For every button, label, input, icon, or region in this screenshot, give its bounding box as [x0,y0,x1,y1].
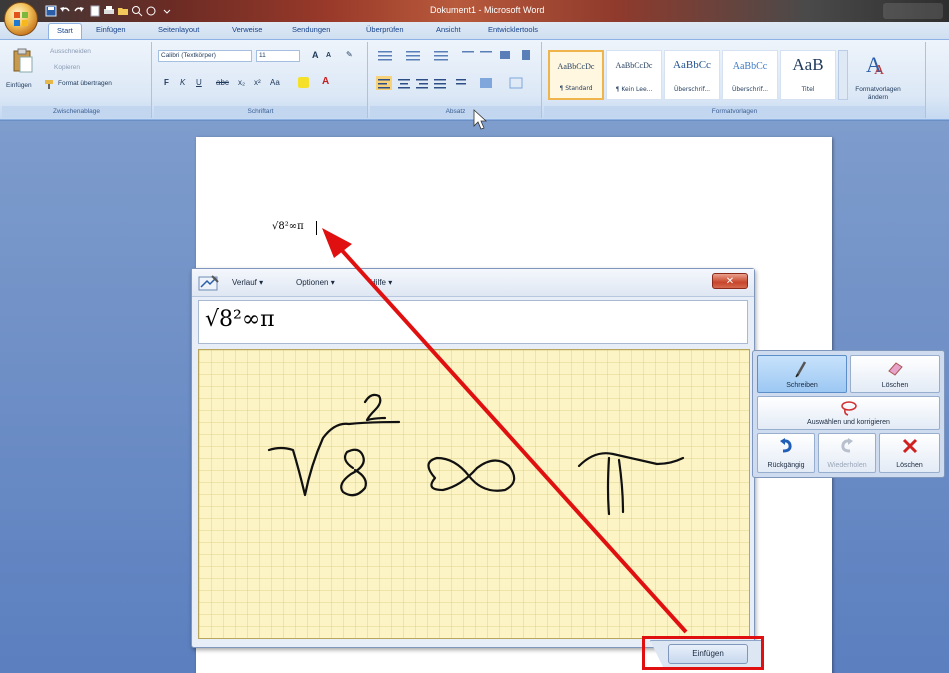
style-title[interactable]: AaB Titel [780,50,836,100]
tab-start[interactable]: Start [48,23,82,39]
clipboard-group: Einfügen Ausschneiden Kopieren Format üb… [2,42,152,118]
office-button[interactable] [4,2,38,36]
write-button[interactable]: Schreiben [757,355,847,393]
lasso-icon [840,401,857,416]
font-size-select[interactable]: 11 [256,50,300,62]
style-heading-2[interactable]: AaBbCc Überschrif... [722,50,778,100]
styles-scroll[interactable] [838,50,848,100]
font-name-select[interactable]: Calibri (Textkörper) [158,50,252,62]
cut-label[interactable]: Ausschneiden [50,48,91,55]
title-bar: Dokument1 - Microsoft Word [0,0,949,22]
subscript-icon[interactable]: x₂ [238,78,245,87]
ribbon: Einfügen Ausschneiden Kopieren Format üb… [0,40,949,120]
ribbon-tabs: Start Einfügen Seitenlayout Verweise Sen… [0,22,949,40]
handwriting-ink [267,393,685,516]
text-caret [316,221,317,235]
paste-icon[interactable] [12,48,34,74]
font-group-label: Schriftart [154,106,367,118]
clear-format-icon[interactable]: ✎ [346,50,353,59]
shrink-font-icon[interactable]: A [326,52,331,59]
paste-label[interactable]: Einfügen [6,82,32,89]
font-color-icon[interactable]: A [322,76,329,87]
new-document-icon[interactable] [88,4,102,18]
clear-x-icon [902,438,917,454]
customize-qat-icon[interactable] [160,4,174,18]
strikethrough-icon[interactable]: abc [216,78,229,87]
math-input-panel: Verlauf ▾ Optionen ▾ Hilfe ▾ ✕ √8²∞π [191,268,755,648]
menu-help[interactable]: Hilfe ▾ [370,278,392,287]
open-icon[interactable] [116,4,130,18]
bold-icon[interactable]: F [164,78,169,87]
change-styles-icon[interactable]: AA [862,50,890,78]
quick-access-icon[interactable] [144,4,158,18]
office-logo-icon [14,12,28,26]
style-no-spacing[interactable]: AaBbCcDc ¶ Kein Lee... [606,50,662,100]
tab-insert[interactable]: Einfügen [96,25,126,34]
paragraph-group-label: Absatz [370,106,541,118]
pen-icon [795,361,807,378]
clipboard-group-label: Zwischenablage [2,106,151,118]
styles-group-label: Formatvorlagen [544,106,925,118]
math-input-icon [198,275,219,291]
change-styles-label[interactable]: Formatvorlagen ändern [854,86,902,102]
undo-button[interactable]: Rückgängig [757,433,815,473]
erase-button[interactable]: Löschen [850,355,940,393]
window-title: Dokument1 - Microsoft Word [430,5,545,15]
copy-label[interactable]: Kopieren [54,64,80,71]
style-standard[interactable]: AaBbCcDc ¶ Standard [548,50,604,100]
font-group: Calibri (Textkörper) 11 A A ✎ F K U abc … [154,42,368,118]
math-preview[interactable]: √8²∞π [198,300,748,344]
save-icon[interactable] [44,4,58,18]
format-painter-icon[interactable] [44,79,56,89]
menu-options[interactable]: Optionen ▾ [296,278,335,287]
close-icon[interactable]: ✕ [712,273,748,289]
tab-developer[interactable]: Entwicklertools [488,25,538,34]
superscript-icon[interactable]: x² [254,78,261,87]
math-panel-menubar: Verlauf ▾ Optionen ▾ Hilfe ▾ ✕ [192,269,754,297]
change-case-icon[interactable]: Aa [270,78,280,87]
tab-review[interactable]: Überprüfen [366,25,404,34]
print-icon[interactable] [102,4,116,18]
undo-arrow-icon [780,438,792,453]
grow-font-icon[interactable]: A [312,50,319,60]
math-preview-text: √8²∞π [205,307,275,332]
highlight-icon[interactable] [298,77,309,88]
redo-icon[interactable] [72,4,86,18]
insert-highlight-box [642,636,764,670]
writing-pad[interactable] [198,349,750,639]
undo-icon[interactable] [58,4,72,18]
window-controls[interactable] [883,3,943,19]
list-buttons-icon[interactable] [376,48,536,62]
pen-toolbar: Schreiben Löschen Auswählen und korrigie… [752,350,945,478]
tab-mailings[interactable]: Sendungen [292,25,330,34]
format-painter-label[interactable]: Format übertragen [58,80,112,87]
clear-button[interactable]: Löschen [879,433,940,473]
tab-page-layout[interactable]: Seitenlayout [158,25,199,34]
italic-icon[interactable]: K [180,78,185,87]
tab-references[interactable]: Verweise [232,25,262,34]
select-correct-button[interactable]: Auswählen und korrigieren [757,396,940,430]
document-math-text[interactable]: √8²∞π [272,221,304,232]
styles-group: AaBbCcDc ¶ Standard AaBbCcDc ¶ Kein Lee.… [544,42,926,118]
tab-view[interactable]: Ansicht [436,25,461,34]
redo-button[interactable]: Wiederholen [818,433,876,473]
menu-history[interactable]: Verlauf ▾ [232,278,263,287]
paragraph-group: Absatz [370,42,542,118]
alignment-buttons-icon[interactable] [376,76,536,90]
underline-icon[interactable]: U [196,78,202,87]
preview-icon[interactable] [130,4,144,18]
eraser-icon [888,362,903,376]
svg-text:A: A [874,63,885,78]
style-heading-1[interactable]: AaBbCc Überschrif... [664,50,720,100]
redo-arrow-icon [841,438,853,453]
